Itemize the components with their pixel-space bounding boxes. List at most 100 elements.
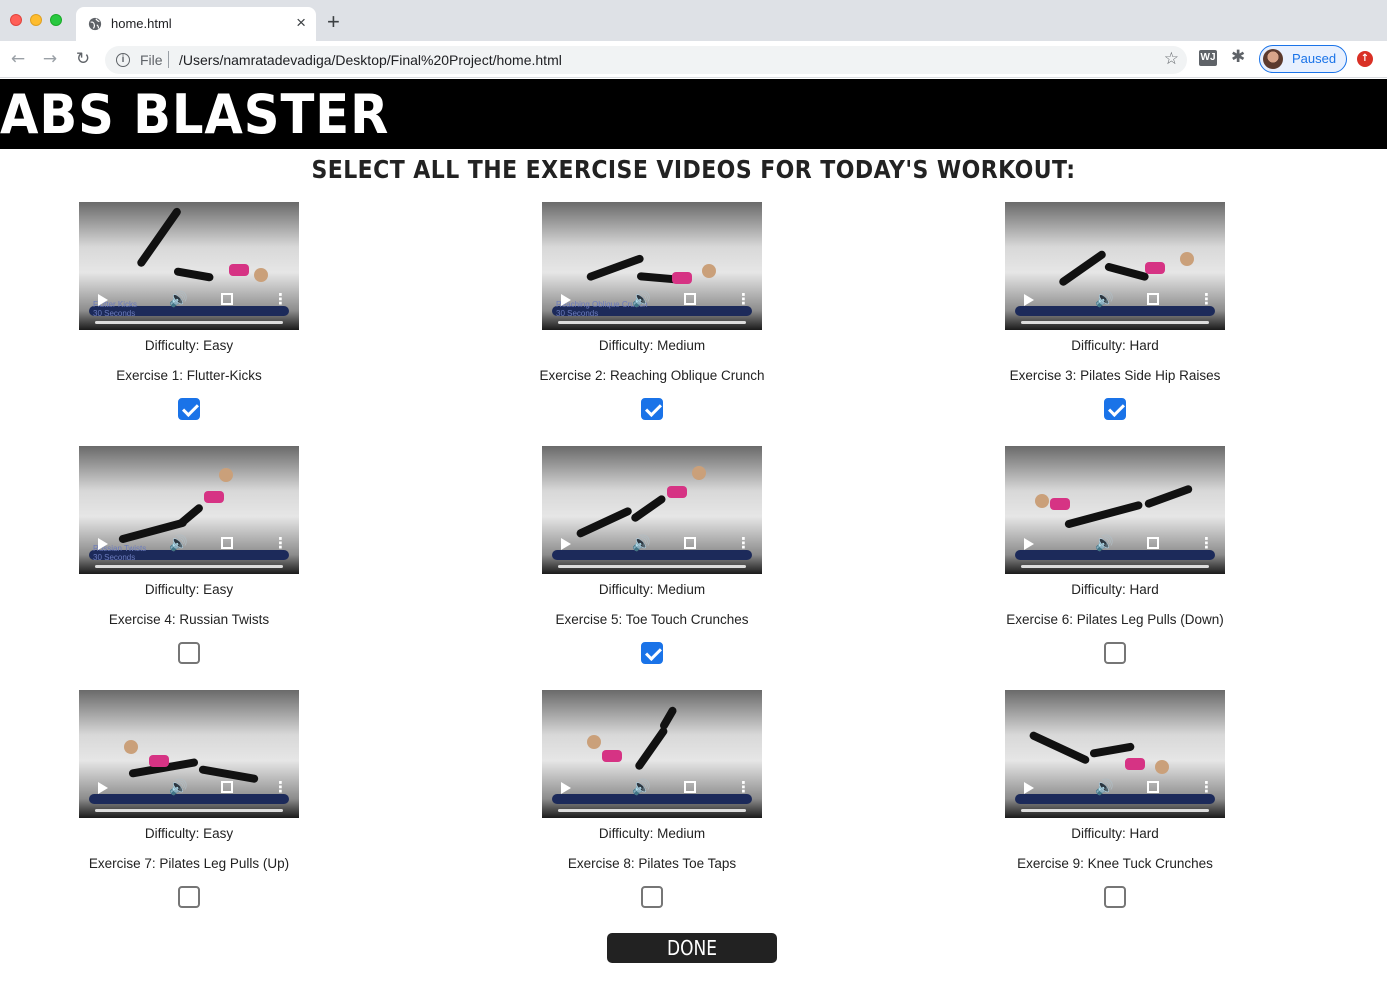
new-tab-button[interactable]: + <box>327 11 340 33</box>
more-options-icon[interactable]: ⋮ <box>1199 535 1214 551</box>
play-icon[interactable] <box>1024 782 1034 794</box>
video-progress-bar[interactable] <box>558 809 746 812</box>
volume-icon[interactable]: 🔊 <box>169 778 188 796</box>
info-icon[interactable]: i <box>116 53 130 67</box>
exercise-checkbox[interactable] <box>641 642 663 664</box>
video-controls: 🔊 ⋮ <box>1005 762 1225 818</box>
play-icon[interactable] <box>98 294 108 306</box>
volume-icon[interactable]: 🔊 <box>632 778 651 796</box>
exercise-checkbox[interactable] <box>178 642 200 664</box>
video-progress-bar[interactable] <box>558 321 746 324</box>
exercise-video[interactable]: Flutter Kicks 30 Seconds 🔊 ⋮ <box>79 202 299 330</box>
exercise-name: Exercise 9: Knee Tuck Crunches <box>1017 856 1213 871</box>
globe-icon <box>88 17 102 31</box>
play-icon[interactable] <box>1024 538 1034 550</box>
minimize-window-button[interactable] <box>30 14 42 26</box>
more-options-icon[interactable]: ⋮ <box>736 291 751 307</box>
volume-icon[interactable]: 🔊 <box>632 290 651 308</box>
exercise-video[interactable]: Russian Twists 30 Seconds 🔊 ⋮ <box>79 446 299 574</box>
close-tab-icon[interactable]: × <box>296 13 306 33</box>
volume-icon[interactable]: 🔊 <box>632 534 651 552</box>
close-window-button[interactable] <box>10 14 22 26</box>
play-icon[interactable] <box>561 538 571 550</box>
volume-icon[interactable]: 🔊 <box>169 534 188 552</box>
puzzle-icon[interactable]: ✱ <box>1231 47 1245 67</box>
video-progress-bar[interactable] <box>558 565 746 568</box>
exercise-figure-limb <box>1028 730 1091 766</box>
exercise-checkbox[interactable] <box>178 886 200 908</box>
exercise-checkbox[interactable] <box>1104 886 1126 908</box>
profile-button[interactable]: Paused <box>1259 45 1347 73</box>
fullscreen-icon[interactable] <box>684 781 696 793</box>
fullscreen-icon[interactable] <box>1147 293 1159 305</box>
update-icon[interactable]: ↑ <box>1357 51 1373 67</box>
fullscreen-icon[interactable] <box>221 537 233 549</box>
site-banner: ABS BLASTER <box>0 79 1387 149</box>
more-options-icon[interactable]: ⋮ <box>273 779 288 795</box>
video-progress-bar[interactable] <box>1021 809 1209 812</box>
play-icon[interactable] <box>561 294 571 306</box>
play-icon[interactable] <box>98 782 108 794</box>
exercise-figure-head <box>1035 494 1049 508</box>
wj-extension-icon[interactable]: WJ <box>1199 50 1217 66</box>
exercise-checkbox[interactable] <box>1104 398 1126 420</box>
more-options-icon[interactable]: ⋮ <box>1199 291 1214 307</box>
exercise-difficulty: Difficulty: Hard <box>1071 338 1159 353</box>
fullscreen-icon[interactable] <box>684 537 696 549</box>
bookmark-star-icon[interactable]: ☆ <box>1164 49 1179 69</box>
exercise-difficulty: Difficulty: Medium <box>598 582 706 597</box>
more-options-icon[interactable]: ⋮ <box>273 535 288 551</box>
fullscreen-icon[interactable] <box>1147 781 1159 793</box>
exercise-video[interactable]: 🔊 ⋮ <box>1005 446 1225 574</box>
exercise-checkbox[interactable] <box>178 398 200 420</box>
video-progress-bar[interactable] <box>95 809 283 812</box>
exercise-video[interactable]: 🔊 ⋮ <box>79 690 299 818</box>
exercise-figure-head <box>1180 252 1194 266</box>
url-text[interactable]: /Users/namratadevadiga/Desktop/Final%20P… <box>179 52 562 68</box>
video-progress-bar[interactable] <box>1021 565 1209 568</box>
fullscreen-icon[interactable] <box>684 293 696 305</box>
more-options-icon[interactable]: ⋮ <box>736 535 751 551</box>
exercise-checkbox[interactable] <box>1104 642 1126 664</box>
more-options-icon[interactable]: ⋮ <box>1199 779 1214 795</box>
reload-icon[interactable]: ↻ <box>73 49 93 69</box>
video-controls: 🔊 ⋮ <box>1005 274 1225 330</box>
more-options-icon[interactable]: ⋮ <box>273 291 288 307</box>
address-bar[interactable]: i File /Users/namratadevadiga/Desktop/Fi… <box>105 46 1187 74</box>
video-controls: 🔊 ⋮ <box>542 518 762 574</box>
video-progress-bar[interactable] <box>95 565 283 568</box>
video-progress-bar[interactable] <box>1021 321 1209 324</box>
browser-tab[interactable]: home.html × <box>76 7 316 41</box>
more-options-icon[interactable]: ⋮ <box>736 779 751 795</box>
maximize-window-button[interactable] <box>50 14 62 26</box>
exercise-checkbox[interactable] <box>641 886 663 908</box>
volume-icon[interactable]: 🔊 <box>1095 290 1114 308</box>
play-icon[interactable] <box>98 538 108 550</box>
exercise-video[interactable]: Reaching Oblique Crunch 30 Seconds 🔊 ⋮ <box>542 202 762 330</box>
exercise-name: Exercise 4: Russian Twists <box>108 612 270 627</box>
video-progress-bar[interactable] <box>95 321 283 324</box>
exercise-card: 🔊 ⋮ Difficulty: Medium Exercise 5: Toe T… <box>502 446 802 676</box>
browser-tab-strip: home.html × + <box>0 0 1387 41</box>
fullscreen-icon[interactable] <box>221 781 233 793</box>
exercise-video[interactable]: 🔊 ⋮ <box>1005 202 1225 330</box>
video-controls: 🔊 ⋮ <box>1005 518 1225 574</box>
volume-icon[interactable]: 🔊 <box>1095 534 1114 552</box>
address-separator <box>168 51 169 68</box>
exercise-checkbox[interactable] <box>641 398 663 420</box>
exercise-video[interactable]: 🔊 ⋮ <box>1005 690 1225 818</box>
exercise-video[interactable]: 🔊 ⋮ <box>542 690 762 818</box>
volume-icon[interactable]: 🔊 <box>1095 778 1114 796</box>
play-icon[interactable] <box>1024 294 1034 306</box>
exercise-video[interactable]: 🔊 ⋮ <box>542 446 762 574</box>
video-controls: 🔊 ⋮ <box>79 518 299 574</box>
back-arrow-icon[interactable]: ← <box>8 49 28 69</box>
exercise-name: Exercise 5: Toe Touch Crunches <box>555 612 749 627</box>
play-icon[interactable] <box>561 782 571 794</box>
fullscreen-icon[interactable] <box>1147 537 1159 549</box>
volume-icon[interactable]: 🔊 <box>169 290 188 308</box>
forward-arrow-icon[interactable]: → <box>40 49 60 69</box>
fullscreen-icon[interactable] <box>221 293 233 305</box>
exercise-figure-limb <box>1143 484 1194 509</box>
done-selecting-button[interactable]: DONE SELECTING <box>607 933 777 990</box>
